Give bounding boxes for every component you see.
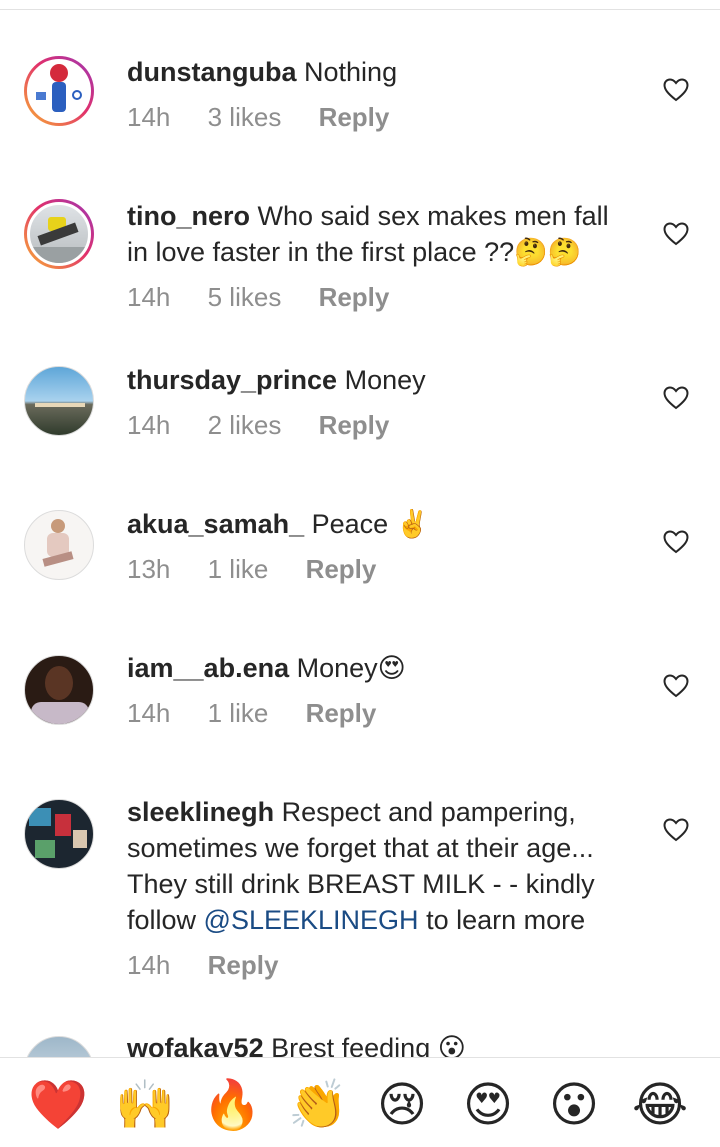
reply-button[interactable]: Reply — [208, 950, 279, 980]
reaction-heart-icon[interactable]: ❤️ — [28, 1078, 88, 1134]
comment-meta: 14h 3 likes Reply — [127, 102, 419, 133]
comment-body: Nothing — [304, 57, 398, 87]
comment-time: 14h — [127, 282, 171, 312]
reaction-clap-icon[interactable]: 👏 — [288, 1078, 348, 1134]
comment-time: 13h — [127, 554, 171, 584]
comment-meta: 14h Reply — [127, 950, 308, 981]
comment-time: 14h — [127, 950, 171, 980]
avatar[interactable] — [24, 366, 94, 436]
comment-time: 14h — [127, 698, 171, 728]
comment-body: Peace — [311, 509, 389, 539]
comment-username[interactable]: sleeklinegh — [127, 797, 274, 827]
like-heart-icon[interactable] — [663, 530, 689, 554]
like-heart-icon[interactable] — [663, 674, 689, 698]
comment-meta: 14h 5 likes Reply — [127, 282, 419, 313]
comment-text: thursday_prince Money — [127, 362, 627, 398]
reaction-fire-icon[interactable]: 🔥 — [202, 1078, 262, 1134]
comment-likes[interactable]: 2 likes — [208, 410, 282, 440]
reaction-raised-hands-icon[interactable]: 🙌 — [115, 1078, 175, 1134]
reaction-laughing-icon[interactable]: 😂 — [632, 1078, 688, 1134]
comment-meta: 13h 1 like Reply — [127, 554, 406, 585]
comment-text: sleeklinegh Respect and pampering, somet… — [127, 794, 627, 938]
comment-text: dunstanguba Nothing — [127, 54, 627, 90]
comment-likes[interactable]: 1 like — [208, 554, 269, 584]
like-heart-icon[interactable] — [663, 78, 689, 102]
comment-username[interactable]: iam__ab.ena — [127, 653, 289, 683]
avatar[interactable] — [24, 799, 94, 869]
comment-username[interactable]: akua_samah_ — [127, 509, 304, 539]
reply-button[interactable]: Reply — [319, 102, 390, 132]
comment-text: akua_samah_ Peace ✌️ — [127, 506, 627, 542]
reaction-heart-eyes-icon[interactable]: 😍 — [460, 1078, 516, 1134]
comment-meta: 14h 1 like Reply — [127, 698, 406, 729]
like-heart-icon[interactable] — [663, 386, 689, 410]
comment-username[interactable]: tino_nero — [127, 201, 250, 231]
comment-emoji: 🤔🤔 — [514, 237, 582, 267]
top-divider — [0, 0, 720, 10]
like-heart-icon[interactable] — [663, 222, 689, 246]
quick-reaction-bar: ❤️ 🙌 🔥 👏 😢 😍 😮 😂 — [0, 1057, 720, 1147]
comment-mention[interactable]: @SLEEKLINEGH — [204, 905, 419, 935]
comment-likes[interactable]: 5 likes — [208, 282, 282, 312]
comment-username[interactable]: dunstanguba — [127, 57, 297, 87]
avatar[interactable] — [24, 56, 94, 126]
avatar[interactable] — [24, 199, 94, 269]
comment-emoji: 😍 — [377, 653, 406, 683]
comment-body: Money — [344, 365, 426, 395]
comment-body: Money — [296, 653, 378, 683]
like-heart-icon[interactable] — [663, 818, 689, 842]
comment-meta: 14h 2 likes Reply — [127, 410, 419, 441]
comment-time: 14h — [127, 102, 171, 132]
comment-likes[interactable]: 3 likes — [208, 102, 282, 132]
comment-likes[interactable]: 1 like — [208, 698, 269, 728]
avatar[interactable] — [24, 510, 94, 580]
reply-button[interactable]: Reply — [306, 698, 377, 728]
comment-text: tino_nero Who said sex makes men fall in… — [127, 198, 627, 270]
comment-emoji: ✌️ — [395, 509, 430, 539]
reply-button[interactable]: Reply — [306, 554, 377, 584]
comment-username[interactable]: thursday_prince — [127, 365, 337, 395]
comment-body-end: to learn more — [426, 905, 586, 935]
avatar[interactable] — [24, 655, 94, 725]
reply-button[interactable]: Reply — [319, 410, 390, 440]
comment-time: 14h — [127, 410, 171, 440]
reaction-surprised-icon[interactable]: 😮 — [546, 1078, 602, 1134]
reaction-sad-icon[interactable]: 😢 — [374, 1078, 430, 1134]
comment-text: iam__ab.ena Money😍 — [127, 650, 627, 686]
reply-button[interactable]: Reply — [319, 282, 390, 312]
